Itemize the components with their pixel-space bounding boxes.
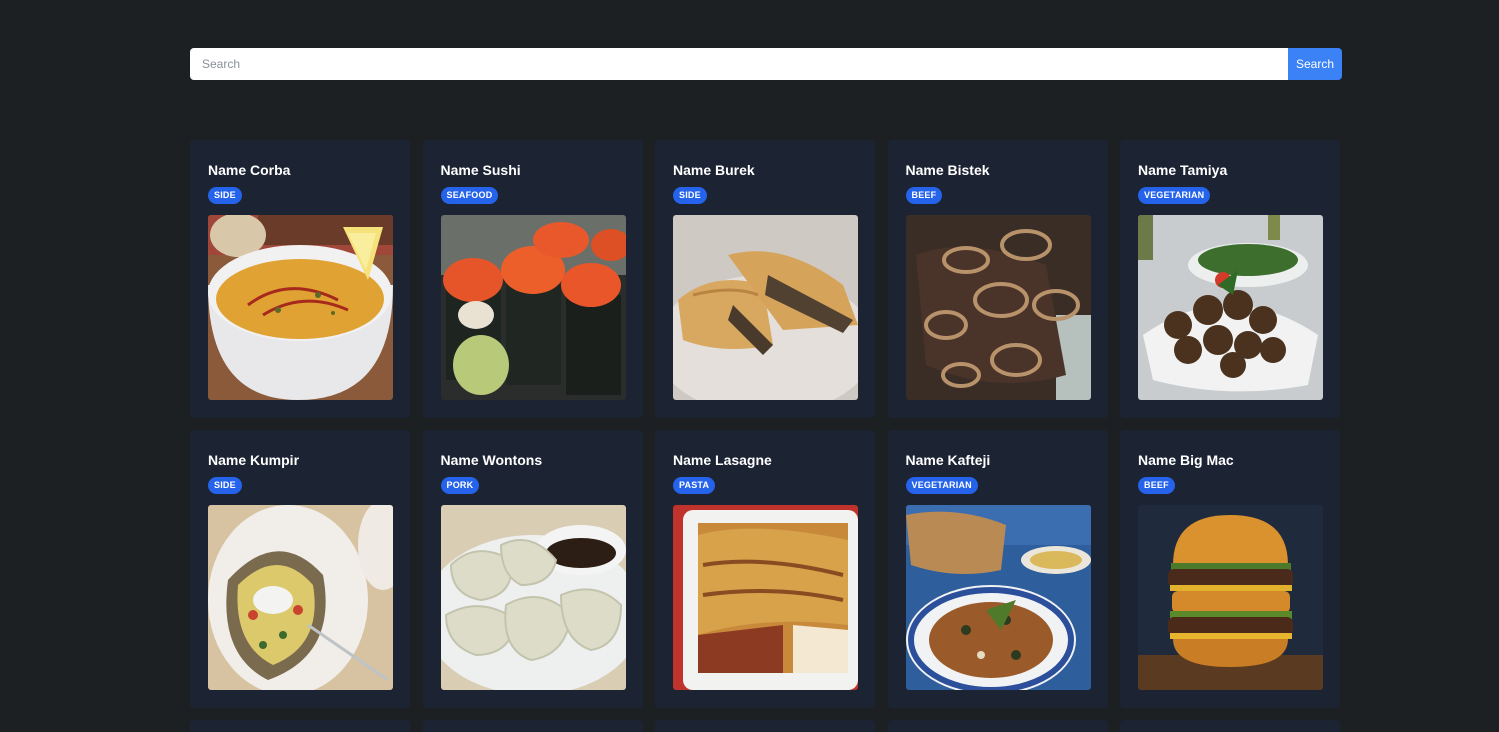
search-input[interactable]: [190, 48, 1288, 80]
meal-card[interactable]: Name Kumpir SIDE: [190, 430, 410, 708]
search-bar: Search: [190, 48, 1342, 80]
category-badge: SIDE: [673, 187, 707, 204]
sushi-photo[interactable]: [440, 215, 626, 400]
meal-title: Name Bistek: [905, 162, 990, 178]
meal-title: Name Corba: [208, 162, 291, 178]
meal-grid: Name Corba SIDE Name Sushi SEAFOOD Name …: [190, 140, 1342, 732]
meal-title: Name Sushi: [440, 162, 521, 178]
falafel-photo[interactable]: [1138, 215, 1323, 400]
meal-card[interactable]: Name Corba SIDE: [190, 140, 410, 418]
baked-potato-photo[interactable]: [208, 505, 393, 690]
lasagne-photo[interactable]: [673, 505, 858, 690]
category-badge: PORK: [440, 477, 480, 494]
meal-card[interactable]: Name Big Mac BEEF: [1120, 430, 1340, 708]
meal-title: Name Big Mac: [1138, 452, 1234, 468]
category-badge: BEEF: [905, 187, 943, 204]
meal-title: Name Kumpir: [208, 452, 300, 468]
meal-title: Name Kafteji: [905, 452, 991, 468]
dumplings-photo[interactable]: [440, 505, 626, 690]
steak-onions-photo[interactable]: [905, 215, 1091, 400]
meal-card-partial[interactable]: [655, 720, 875, 732]
vegetable-stew-photo[interactable]: [905, 505, 1091, 690]
meal-card-partial[interactable]: [190, 720, 410, 732]
burger-photo[interactable]: [1138, 505, 1323, 690]
meal-title: Name Lasagne: [673, 452, 772, 468]
category-badge: SIDE: [208, 187, 242, 204]
soup-photo[interactable]: [208, 215, 393, 400]
meal-card[interactable]: Name Lasagne PASTA: [655, 430, 875, 708]
pastry-photo[interactable]: [673, 215, 858, 400]
meal-card[interactable]: Name Sushi SEAFOOD: [422, 140, 643, 418]
meal-card-partial[interactable]: [1120, 720, 1340, 732]
recipe-page: Search Name Corba SIDE: [0, 0, 1499, 732]
meal-card[interactable]: Name Tamiya VEGETARIAN: [1120, 140, 1340, 418]
category-badge: BEEF: [1138, 477, 1175, 494]
category-badge: VEGETARIAN: [905, 477, 978, 494]
meal-card-partial[interactable]: [422, 720, 643, 732]
category-badge: VEGETARIAN: [1138, 187, 1211, 204]
category-badge: SIDE: [208, 477, 242, 494]
meal-title: Name Wontons: [440, 452, 543, 468]
meal-card[interactable]: Name Burek SIDE: [655, 140, 875, 418]
category-badge: PASTA: [673, 477, 716, 494]
search-button[interactable]: Search: [1288, 48, 1342, 80]
category-badge: SEAFOOD: [440, 187, 499, 204]
meal-title: Name Burek: [673, 162, 755, 178]
meal-card[interactable]: Name Bistek BEEF: [887, 140, 1108, 418]
meal-card-partial[interactable]: [887, 720, 1108, 732]
meal-card[interactable]: Name Wontons PORK: [422, 430, 643, 708]
meal-card[interactable]: Name Kafteji VEGETARIAN: [887, 430, 1108, 708]
meal-title: Name Tamiya: [1138, 162, 1228, 178]
